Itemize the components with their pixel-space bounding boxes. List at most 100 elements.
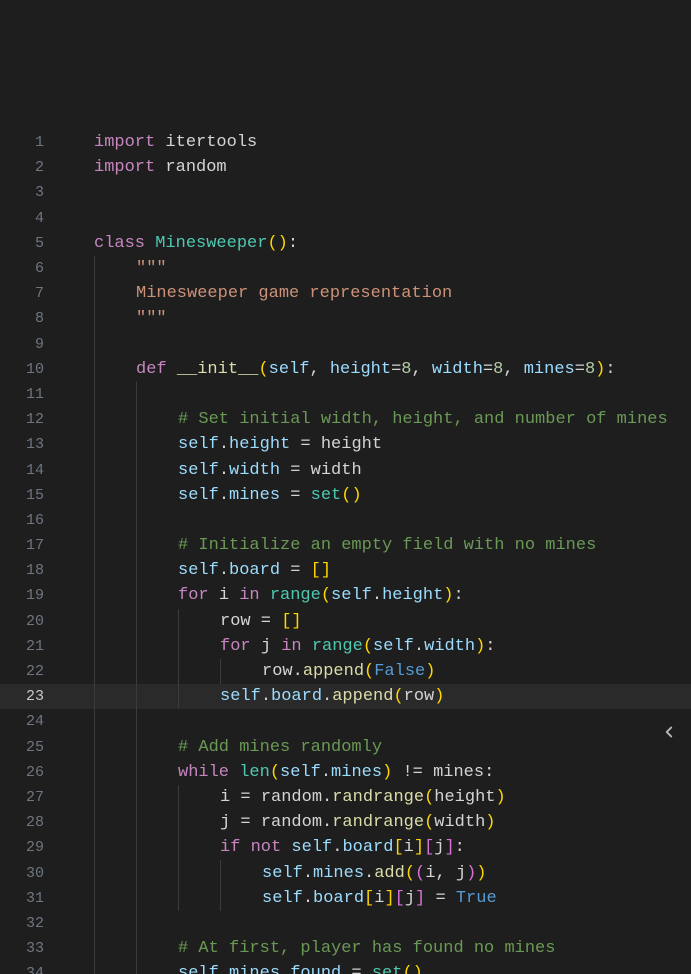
token-pbrk: ] (415, 889, 425, 908)
token-ident: i (219, 586, 229, 605)
token-ppar: () (267, 234, 287, 253)
code-line[interactable]: 13self.height = height (0, 432, 691, 457)
token-punc: : (485, 637, 495, 656)
code-line[interactable]: 15self.mines = set() (0, 483, 691, 508)
token-kw: not (251, 838, 282, 857)
code-line[interactable]: 29if not self.board[i][j]: (0, 835, 691, 860)
token-op: = (575, 360, 585, 379)
line-number: 13 (0, 436, 58, 453)
token-kw: import (94, 133, 155, 152)
code-line[interactable]: 1import itertools (0, 130, 691, 155)
token-ident: j (220, 813, 230, 832)
token-ident: random (261, 813, 322, 832)
code-area[interactable]: 1import itertools2import random345class … (0, 130, 691, 974)
code-line[interactable]: 4 (0, 206, 691, 231)
code-line[interactable]: 11 (0, 382, 691, 407)
code-line[interactable]: 9 (0, 332, 691, 357)
token-punc: . (219, 435, 229, 454)
token-ppar: ( (364, 662, 374, 681)
token-ppar: ( (321, 586, 331, 605)
code-line[interactable]: 21for j in range(self.width): (0, 634, 691, 659)
token-ppar: ) (495, 788, 505, 807)
token-op: = (230, 813, 261, 832)
code-line[interactable]: 28j = random.randrange(width) (0, 810, 691, 835)
code-line[interactable]: 16 (0, 508, 691, 533)
token-punc: . (261, 687, 271, 706)
token-kw: class (94, 234, 145, 253)
code-content: # At first, player has found no mines (178, 939, 555, 958)
token-op: = (341, 964, 372, 974)
code-line[interactable]: 30self.mines.add((i, j)) (0, 860, 691, 885)
token-punc: . (219, 461, 229, 480)
indent-guides (58, 382, 178, 407)
code-content: row = [] (220, 612, 302, 631)
code-line[interactable]: 33# At first, player has found no mines (0, 936, 691, 961)
code-line[interactable]: 17# Initialize an empty field with no mi… (0, 533, 691, 558)
code-line[interactable]: 7Minesweeper game representation (0, 281, 691, 306)
code-line[interactable]: 34self.mines_found = set() (0, 961, 691, 974)
token-punc: , (411, 360, 431, 379)
token-plain (229, 763, 239, 782)
token-ppar: ( (363, 637, 373, 656)
line-number: 10 (0, 361, 58, 378)
token-fn: randrange (332, 788, 424, 807)
code-content: if not self.board[i][j]: (220, 838, 465, 857)
token-punc: . (364, 864, 374, 883)
token-prop: mines (229, 486, 280, 505)
code-line[interactable]: 10def __init__(self, height=8, width=8, … (0, 357, 691, 382)
code-content: class Minesweeper(): (94, 234, 298, 253)
code-editor[interactable]: 1import itertools2import random345class … (0, 0, 691, 974)
indent-guides (58, 936, 178, 961)
token-ppar: [] (311, 561, 331, 580)
code-line[interactable]: 5class Minesweeper(): (0, 231, 691, 256)
code-line[interactable]: 2import random (0, 155, 691, 180)
token-punc: , (309, 360, 329, 379)
token-plain (145, 234, 155, 253)
code-line[interactable]: 23self.board.append(row) (0, 684, 691, 709)
code-line[interactable]: 19for i in range(self.height): (0, 583, 691, 608)
code-content: """ (136, 309, 167, 328)
code-line[interactable]: 18self.board = [] (0, 558, 691, 583)
token-pbrk: [ (424, 838, 434, 857)
code-line[interactable]: 8""" (0, 306, 691, 331)
token-punc: . (321, 763, 331, 782)
code-line[interactable]: 24 (0, 709, 691, 734)
token-str: """ (136, 259, 167, 278)
chevron-left-icon[interactable] (657, 720, 681, 744)
token-prop: board (313, 889, 364, 908)
code-line[interactable]: 20row = [] (0, 609, 691, 634)
code-content: self.width = width (178, 461, 362, 480)
token-str: """ (136, 309, 167, 328)
code-line[interactable]: 12# Set initial width, height, and numbe… (0, 407, 691, 432)
token-plain (251, 637, 261, 656)
code-line[interactable]: 27i = random.randrange(height) (0, 785, 691, 810)
code-line[interactable]: 31self.board[i][j] = True (0, 886, 691, 911)
code-line[interactable]: 3 (0, 180, 691, 205)
indent-guides (58, 860, 262, 885)
line-number: 6 (0, 260, 58, 277)
token-builtin: range (312, 637, 363, 656)
code-line[interactable]: 6 """ (0, 256, 691, 281)
token-punc: : (484, 763, 494, 782)
code-line[interactable]: 14self.width = width (0, 457, 691, 482)
line-number: 17 (0, 537, 58, 554)
token-plain (271, 637, 281, 656)
token-prop: height (382, 586, 443, 605)
token-self: self (291, 838, 332, 857)
line-number: 25 (0, 739, 58, 756)
token-ppar: ( (424, 813, 434, 832)
token-prop: height (229, 435, 290, 454)
token-ppar: ) (595, 360, 605, 379)
token-str: Minesweeper game representation (136, 284, 452, 303)
code-line[interactable]: 26while len(self.mines) != mines: (0, 760, 691, 785)
code-line[interactable]: 32 (0, 911, 691, 936)
code-line[interactable]: 25# Add mines randomly (0, 735, 691, 760)
line-number: 28 (0, 814, 58, 831)
code-line[interactable]: 22row.append(False) (0, 659, 691, 684)
token-ident: mines (433, 763, 484, 782)
indent-guides (58, 432, 178, 457)
token-ident: width (434, 813, 485, 832)
token-builtin: set (311, 486, 342, 505)
indent-guides (58, 332, 136, 357)
token-ident: j (434, 838, 444, 857)
